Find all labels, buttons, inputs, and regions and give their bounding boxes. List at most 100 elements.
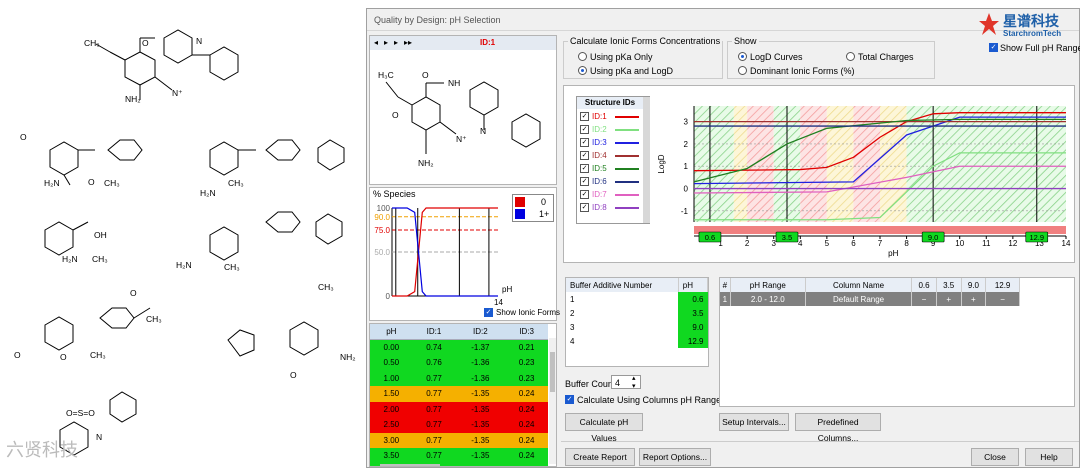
- species-table-row[interactable]: 3.00 0.77 -1.35 0.24: [370, 432, 548, 448]
- svg-text:O: O: [14, 350, 21, 360]
- buffer-ph-cell[interactable]: 0.6: [678, 292, 708, 306]
- buffer-table-row[interactable]: 3 9.0: [566, 320, 708, 334]
- species-vertical-scrollbar[interactable]: [549, 338, 556, 464]
- range-col-header[interactable]: 0.6: [911, 278, 937, 292]
- next-record-button[interactable]: ▸: [394, 38, 398, 47]
- title-bar: Quality by Design: pH Selection: [367, 9, 1079, 31]
- species-table-row[interactable]: 1.00 0.77 -1.36 0.23: [370, 370, 548, 386]
- buffer-ph-cell[interactable]: 3.5: [678, 306, 708, 320]
- svg-text:O: O: [60, 352, 67, 362]
- help-button[interactable]: Help: [1025, 448, 1073, 466]
- brand-logo: 星谱科技 StarchromTech: [979, 11, 1077, 39]
- structure-id-item[interactable]: ✓ ID:3: [577, 136, 643, 149]
- structure-id-checkbox[interactable]: ✓: [580, 151, 589, 160]
- structure-id-checkbox[interactable]: ✓: [580, 177, 589, 186]
- using-pka-only-radio[interactable]: [578, 52, 587, 61]
- range-col-header[interactable]: Column Name: [805, 278, 913, 292]
- structure-id-checkbox[interactable]: ✓: [580, 164, 589, 173]
- species-table-row[interactable]: 0.00 0.74 -1.37 0.21: [370, 339, 548, 355]
- show-full-ph-checkbox[interactable]: ✓: [989, 43, 998, 52]
- bottom-divider: [561, 441, 1079, 442]
- species-scroll-thumb[interactable]: [550, 352, 555, 392]
- species-col-header[interactable]: ID:1: [412, 324, 456, 340]
- buffer-count-spinner[interactable]: 4 ▴ ▾: [611, 374, 641, 390]
- species-cell: -1.35: [471, 420, 490, 430]
- structure-id-checkbox[interactable]: ✓: [580, 190, 589, 199]
- ph-band: [906, 106, 1066, 222]
- structure-id-item[interactable]: ✓ ID:5: [577, 162, 643, 175]
- prev-record-button[interactable]: ▸: [384, 38, 388, 47]
- logd-curves-radio[interactable]: [738, 52, 747, 61]
- buffer-marker-label: 0.6: [705, 233, 715, 242]
- close-button[interactable]: Close: [971, 448, 1019, 466]
- range-col-header[interactable]: 3.5: [936, 278, 962, 292]
- create-report-button[interactable]: Create Report: [565, 448, 635, 466]
- range-col-header[interactable]: #: [720, 278, 731, 292]
- calculate-ph-values-button[interactable]: Calculate pH Values: [565, 413, 643, 443]
- total-charges-radio[interactable]: [846, 52, 855, 61]
- buffer-number-header[interactable]: Buffer Additive Number: [566, 278, 679, 292]
- svg-text:N: N: [480, 126, 486, 136]
- species-cell: 0.24: [518, 451, 535, 461]
- species-cell: 0.77: [426, 389, 442, 399]
- species-cell: 0.24: [518, 435, 535, 445]
- logd-chart-panel: Structure IDs ✓ ID:1 ✓ ID:2 ✓ ID:3 ✓ ID:4 ✓ ID:5 ✓…: [563, 85, 1075, 263]
- species-table-row[interactable]: 1.50 0.77 -1.35 0.24: [370, 386, 548, 402]
- logd-chart: 3210-1LogD1 2 3 4 5 6 7 8 9 10 11 12 13 14pH0.6 3.5 9.0…: [657, 106, 1071, 258]
- range-col-header[interactable]: 9.0: [961, 278, 987, 292]
- buffer-table-row[interactable]: 2 3.5: [566, 306, 708, 320]
- structure-id-label: ID:7: [592, 190, 607, 199]
- structure-id-item[interactable]: ✓ ID:2: [577, 123, 643, 136]
- structure-id-item[interactable]: ✓ ID:4: [577, 149, 643, 162]
- structure-id-item[interactable]: ✓ ID:6: [577, 175, 643, 188]
- buffer-table-row[interactable]: 4 12.9: [566, 334, 708, 348]
- species-y-tick: 100: [377, 204, 391, 213]
- species-col-header[interactable]: ID:2: [455, 324, 506, 340]
- report-options-button[interactable]: Report Options...: [639, 448, 711, 466]
- structure-id-checkbox[interactable]: ✓: [580, 125, 589, 134]
- species-table-row[interactable]: 2.50 0.77 -1.35 0.24: [370, 417, 548, 433]
- structure-id-item[interactable]: ✓ ID:1: [577, 110, 643, 123]
- buffer-ph-cell[interactable]: 9.0: [678, 320, 708, 334]
- structure-id-checkbox[interactable]: ✓: [580, 112, 589, 121]
- calc-columns-checkbox[interactable]: ✓: [565, 395, 574, 404]
- structure-id-swatch: [615, 142, 639, 144]
- range-col-header[interactable]: pH Range: [730, 278, 806, 292]
- structure-ids-scrollbar[interactable]: [643, 97, 650, 223]
- range-col-header[interactable]: 12.9: [985, 278, 1020, 292]
- using-pka-logd-radio[interactable]: [578, 66, 587, 75]
- buffer-ph-cell[interactable]: 12.9: [678, 334, 708, 348]
- predefined-columns-button[interactable]: Predefined Columns...: [795, 413, 881, 443]
- svg-text:CH₃: CH₃: [228, 178, 244, 188]
- setup-intervals-button[interactable]: Setup Intervals...: [719, 413, 789, 431]
- structure-id-item[interactable]: ✓ ID:7: [577, 188, 643, 201]
- dominant-ionic-forms-radio[interactable]: [738, 66, 747, 75]
- buffer-table-row[interactable]: 1 0.6: [566, 292, 708, 306]
- svg-text:N⁺: N⁺: [456, 134, 467, 144]
- ph-selection-dialog: Quality by Design: pH Selection 星谱科技 Sta…: [366, 8, 1080, 468]
- species-col-header[interactable]: ID:3: [505, 324, 548, 340]
- species-table-row[interactable]: 3.50 0.77 -1.35 0.24: [370, 448, 548, 464]
- show-ionic-forms-checkbox[interactable]: ✓: [484, 308, 493, 317]
- last-record-button[interactable]: ▸▸: [404, 38, 412, 47]
- buffer-marker-label: 9.0: [928, 233, 938, 242]
- buffer-count-label: Buffer Count: [565, 379, 616, 389]
- svg-text:O=S=O: O=S=O: [66, 408, 95, 418]
- first-record-button[interactable]: ◂: [374, 38, 378, 47]
- buffer-ph-header[interactable]: pH: [678, 278, 709, 292]
- structure-id-item[interactable]: ✓ ID:8: [577, 201, 643, 214]
- species-table-row[interactable]: 0.50 0.76 -1.36 0.23: [370, 355, 548, 371]
- range-table-row[interactable]: 1 2.0 - 12.0 Default Range − + + −: [720, 292, 1020, 306]
- buffer-count-value: 4: [615, 378, 621, 388]
- structure-id-checkbox[interactable]: ✓: [580, 138, 589, 147]
- species-table-panel: pH ID:1 ID:2 ID:3 0.00 0.74 -1.37 0.21 0.50 0.76…: [369, 323, 557, 467]
- structure-id-checkbox[interactable]: ✓: [580, 203, 589, 212]
- species-cell: -1.35: [471, 435, 490, 445]
- window-title: Quality by Design: pH Selection: [374, 15, 501, 25]
- species-table-row[interactable]: 2.00 0.77 -1.35 0.24: [370, 401, 548, 417]
- spinner-arrows-icon[interactable]: ▴ ▾: [632, 374, 636, 390]
- species-y-tick: 90.0: [374, 213, 390, 222]
- star-logo-icon: [979, 13, 999, 35]
- legend-label-cation: 1+: [539, 209, 550, 219]
- species-col-header[interactable]: pH: [370, 324, 413, 340]
